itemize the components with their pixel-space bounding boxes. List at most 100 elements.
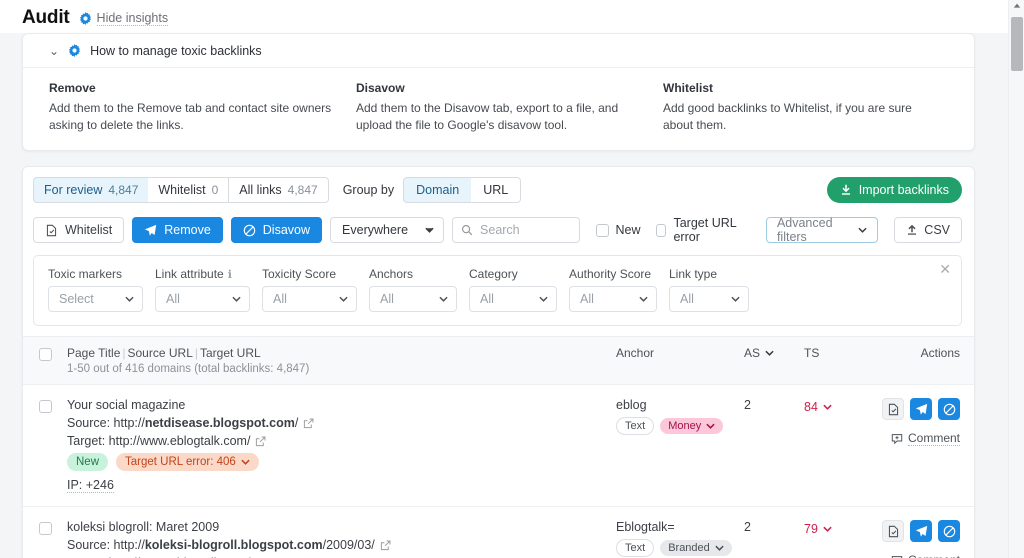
row-toxicity-score[interactable]: 79 — [804, 522, 832, 536]
tab-for-review[interactable]: For review 4,847 — [33, 178, 150, 202]
chevron-down-icon — [439, 296, 448, 302]
row-toxicity-score[interactable]: 84 — [804, 400, 832, 414]
comment-icon — [891, 433, 903, 445]
filter-select[interactable]: All — [155, 286, 250, 312]
chevron-down-icon — [715, 545, 724, 551]
filter-select[interactable]: All — [569, 286, 657, 312]
filter-label-text: Anchors — [369, 267, 414, 281]
tag-link-type: Text — [616, 539, 655, 557]
filter-select[interactable]: All — [369, 286, 457, 312]
filter-label: Toxicity Score — [262, 267, 357, 281]
select-all-cell — [23, 346, 67, 361]
source-domain: koleksi-blogroll.blogspot.com — [144, 538, 323, 552]
external-link-icon[interactable] — [380, 540, 391, 551]
filter-new-checkbox[interactable]: New — [595, 223, 641, 237]
chevron-down-icon: ⌄ — [49, 43, 60, 58]
filter-value: All — [166, 292, 180, 306]
tab-count: 4,847 — [287, 183, 318, 197]
row-authority-score: 2 — [744, 520, 751, 534]
filter-value: All — [273, 292, 287, 306]
tag-anchor-category[interactable]: Money — [660, 418, 724, 434]
external-link-icon[interactable] — [255, 436, 266, 447]
row-checkbox[interactable] — [38, 400, 52, 413]
filter-value: Select — [59, 292, 94, 306]
filter-label-text: Link type — [669, 267, 718, 281]
hide-insights-toggle[interactable]: Hide insights — [79, 11, 169, 26]
row-comment-button[interactable]: Comment — [882, 431, 960, 446]
filter-select[interactable]: Select — [48, 286, 143, 312]
info-icon[interactable]: ℹ — [228, 268, 232, 281]
group-by-url[interactable]: URL — [471, 178, 521, 202]
import-backlinks-button[interactable]: Import backlinks — [826, 177, 962, 203]
scope-select[interactable]: Everywhere — [330, 217, 445, 243]
close-filters-icon[interactable]: ✕ — [939, 262, 951, 276]
filter-label: Link attribute ℹ — [155, 267, 250, 281]
filter-anchors: Anchors All — [369, 267, 457, 312]
backlinks-section: For review 4,847 Whitelist 0 All links 4… — [0, 151, 1008, 558]
filter-select[interactable]: All — [469, 286, 557, 312]
filter-new-label: New — [615, 223, 641, 237]
tab-whitelist[interactable]: Whitelist 0 — [148, 178, 230, 202]
tag-link-type: Text — [616, 417, 655, 435]
tab-label: Whitelist — [158, 183, 206, 197]
source-path: /2009/03/ — [322, 538, 375, 552]
gear-icon — [79, 11, 92, 25]
tab-all-links[interactable]: All links 4,847 — [229, 178, 328, 202]
filter-select[interactable]: All — [669, 286, 749, 312]
search-box[interactable] — [452, 217, 580, 243]
row-checkbox[interactable] — [38, 522, 52, 535]
results-summary: 1-50 out of 416 domains (total backlinks… — [67, 363, 310, 375]
row-anchor-text: Eblogtalk= — [616, 520, 675, 534]
filter-target-url-error-checkbox[interactable]: Target URL error — [655, 216, 749, 244]
col-header-titles: Page Title | Source URL | Target URL — [67, 346, 616, 360]
remove-action-icon[interactable] — [910, 520, 932, 542]
export-csv-button[interactable]: CSV — [894, 217, 962, 243]
advanced-filters-button[interactable]: Advanced filters — [765, 216, 879, 244]
disavow-label: Disavow — [262, 223, 311, 237]
search-input[interactable] — [480, 223, 571, 237]
row-comment-button[interactable]: Comment — [882, 553, 960, 558]
filter-label-text: Link attribute — [155, 267, 224, 281]
advanced-filters-label: Advanced filters — [776, 216, 833, 244]
col-target-url[interactable]: Target URL — [200, 346, 261, 360]
scrollbar-thumb[interactable] — [1011, 17, 1023, 71]
remove-action-icon[interactable] — [910, 398, 932, 420]
select-all-checkbox[interactable] — [38, 348, 52, 361]
target-path: www.eblogtalk.com/ — [139, 434, 251, 448]
insights-body: Remove Add them to the Remove tab and co… — [23, 68, 974, 150]
whitelist-button[interactable]: Whitelist — [33, 217, 125, 243]
row-page-title: koleksi blogroll: Maret 2009 — [67, 520, 220, 534]
group-by-domain[interactable]: Domain — [404, 178, 473, 202]
col-page-title[interactable]: Page Title — [67, 346, 120, 360]
insight-text: Add good backlinks to Whitelist, if you … — [663, 101, 912, 132]
table-header: Page Title | Source URL | Target URL 1-50 ou… — [23, 336, 974, 384]
vertical-scrollbar[interactable] — [1008, 0, 1024, 558]
row-action-icons — [882, 520, 960, 542]
filter-select[interactable]: All — [262, 286, 357, 312]
col-header-ts[interactable]: TS — [804, 346, 882, 360]
remove-button[interactable]: Remove — [132, 217, 223, 243]
chevron-down-icon — [639, 296, 648, 302]
disavow-action-icon[interactable] — [938, 398, 960, 420]
filter-category: Category All — [469, 267, 557, 312]
whitelist-action-icon[interactable] — [882, 520, 904, 542]
badge-target-url-error[interactable]: Target URL error: 406 — [116, 453, 259, 471]
tag-anchor-category[interactable]: Branded — [660, 540, 732, 556]
scroll-up-arrow-icon[interactable] — [1013, 2, 1021, 10]
filter-target-url-error-label: Target URL error — [673, 216, 737, 244]
insight-title: Whitelist — [663, 81, 713, 95]
external-link-icon[interactable] — [303, 418, 314, 429]
disavow-action-icon[interactable] — [938, 520, 960, 542]
col-header-as[interactable]: AS — [744, 346, 804, 360]
tab-label: For review — [44, 183, 103, 197]
col-as-label: AS — [744, 346, 761, 360]
row-page-title: Your social magazine — [67, 398, 186, 412]
review-tabs: For review 4,847 Whitelist 0 All links 4… — [33, 177, 329, 203]
row-anchor-cell: eblog Text Money — [616, 398, 744, 435]
tag-category-label: Money — [668, 420, 702, 432]
disavow-button[interactable]: Disavow — [230, 217, 323, 243]
whitelist-action-icon[interactable] — [882, 398, 904, 420]
insights-header[interactable]: ⌄ How to manage toxic backlinks — [23, 34, 974, 68]
col-source-url[interactable]: Source URL — [128, 346, 193, 360]
row-ip-link[interactable]: IP: +246 — [67, 478, 114, 493]
